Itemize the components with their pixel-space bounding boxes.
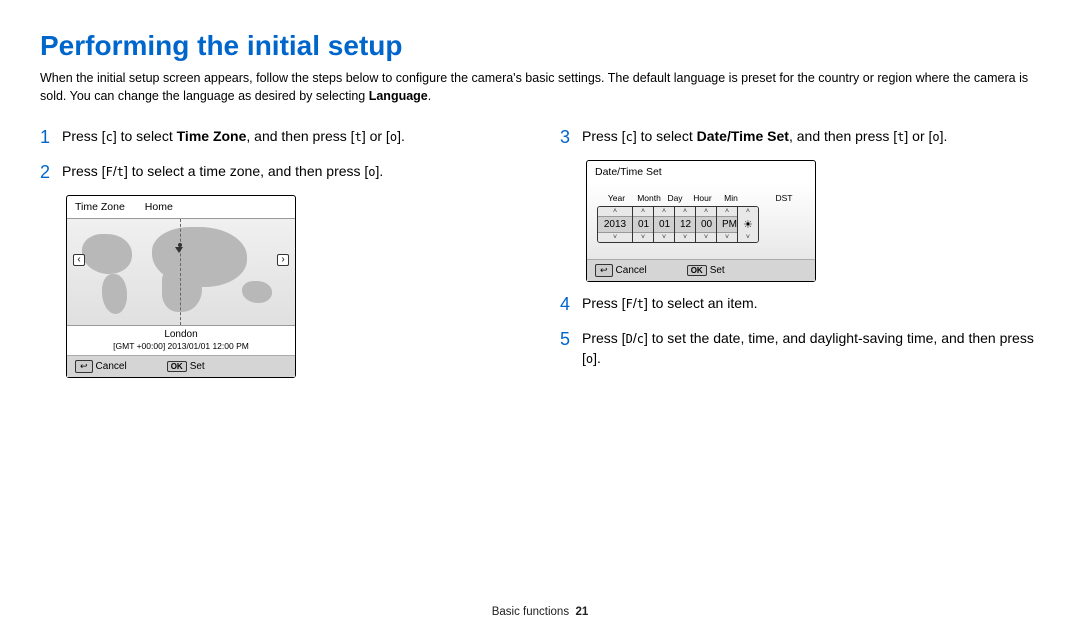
down-button-icon: c [626, 129, 633, 146]
page-footer: Basic functions 21 [0, 606, 1080, 618]
step-4: 4 Press [F/t] to select an item. [560, 292, 1040, 317]
left-button-icon: F [626, 296, 633, 313]
chevron-down-icon: ˅ [613, 233, 617, 242]
dt-column-labels: Year Month Day Hour Min DST [597, 193, 805, 203]
dst-sun-icon: ☀ [738, 216, 758, 233]
ok-button-icon: o [368, 164, 375, 181]
tz-gmt: [GMT +00:00] 2013/01/01 12:00 PM [67, 341, 295, 355]
back-arrow-icon: ↩ [75, 360, 93, 373]
tz-city: London [67, 326, 295, 341]
map-right-arrow[interactable]: › [277, 254, 289, 266]
step-3: 3 Press [c] to select Date/Time Set, and… [560, 125, 1040, 150]
day-spinner[interactable]: ˄01˅ [654, 207, 675, 242]
step-4-number: 4 [560, 292, 574, 317]
step-1-text: Press [c] to select Time Zone, and then … [62, 125, 520, 150]
right-button-icon: t [637, 296, 644, 313]
intro-c: . [428, 89, 431, 103]
tz-cancel-button[interactable]: ↩Cancel [75, 360, 127, 373]
step-2-text: Press [F/t] to select a time zone, and t… [62, 160, 520, 185]
step-3-text: Press [c] to select Date/Time Set, and t… [582, 125, 1040, 150]
ok-button-icon: o [390, 129, 397, 146]
minute-spinner[interactable]: ˄00˅ [696, 207, 717, 242]
chevron-down-icon: ˅ [746, 233, 750, 242]
tz-set-button[interactable]: OKSet [167, 360, 205, 373]
dt-field-group: ˄2013˅ ˄01˅ ˄01˅ ˄12˅ ˄00˅ ˄PM˅ ˄☀˅ [597, 206, 759, 243]
chevron-down-icon: ˅ [683, 233, 687, 242]
page-number: 21 [575, 606, 588, 618]
dt-title: Date/Time Set [587, 161, 815, 183]
month-spinner[interactable]: ˄01˅ [633, 207, 654, 242]
up-button-icon: D [626, 331, 633, 348]
ok-box-icon: OK [167, 361, 187, 372]
page-title: Performing the initial setup [40, 30, 1040, 62]
map-left-arrow[interactable]: ‹ [73, 254, 85, 266]
chevron-up-icon: ˄ [641, 207, 645, 216]
chevron-down-icon: ˅ [641, 233, 645, 242]
left-button-icon: F [106, 164, 113, 181]
step-2: 2 Press [F/t] to select a time zone, and… [40, 160, 520, 185]
step-5-text: Press [D/c] to set the date, time, and d… [582, 327, 1040, 368]
chevron-up-icon: ˄ [704, 207, 708, 216]
chevron-down-icon: ˅ [704, 233, 708, 242]
step-1-number: 1 [40, 125, 54, 150]
chevron-down-icon: ˅ [662, 233, 666, 242]
ok-button-icon: o [932, 129, 939, 146]
hour-spinner[interactable]: ˄12˅ [675, 207, 696, 242]
dt-cancel-button[interactable]: ↩Cancel [595, 264, 647, 277]
world-map: ‹ › [67, 218, 295, 326]
chevron-up-icon: ˄ [683, 207, 687, 216]
back-arrow-icon: ↩ [595, 264, 613, 277]
intro-text: When the initial setup screen appears, f… [40, 70, 1040, 105]
chevron-up-icon: ˄ [746, 207, 750, 216]
chevron-down-icon: ˅ [725, 233, 729, 242]
ok-box-icon: OK [687, 265, 707, 276]
step-2-number: 2 [40, 160, 54, 185]
step-3-number: 3 [560, 125, 574, 150]
datetime-screen: Date/Time Set Year Month Day Hour Min DS… [586, 160, 816, 282]
down-button-icon: c [637, 331, 644, 348]
intro-a: When the initial setup screen appears, f… [40, 71, 1028, 103]
tz-label: Time Zone [75, 201, 125, 213]
left-column: 1 Press [c] to select Time Zone, and the… [40, 125, 520, 388]
step-5-number: 5 [560, 327, 574, 368]
ampm-spinner[interactable]: ˄PM˅ [717, 207, 738, 242]
right-button-icon: t [117, 164, 124, 181]
timezone-screen: Time Zone Home ‹ › London [GMT +00:00] 2… [66, 195, 296, 378]
dst-spinner[interactable]: ˄☀˅ [738, 207, 758, 242]
down-button-icon: c [106, 129, 113, 146]
step-4-text: Press [F/t] to select an item. [582, 292, 1040, 317]
tz-mode: Home [145, 201, 173, 213]
step-1: 1 Press [c] to select Time Zone, and the… [40, 125, 520, 150]
right-button-icon: t [355, 129, 362, 146]
city-marker-icon [175, 247, 183, 253]
right-column: 3 Press [c] to select Date/Time Set, and… [560, 125, 1040, 388]
dt-set-button[interactable]: OKSet [687, 264, 725, 277]
chevron-up-icon: ˄ [613, 207, 617, 216]
meridian-line [180, 219, 181, 325]
chevron-up-icon: ˄ [725, 207, 729, 216]
chevron-up-icon: ˄ [662, 207, 666, 216]
intro-bold: Language [369, 89, 428, 103]
year-spinner[interactable]: ˄2013˅ [598, 207, 633, 242]
step-5: 5 Press [D/c] to set the date, time, and… [560, 327, 1040, 368]
